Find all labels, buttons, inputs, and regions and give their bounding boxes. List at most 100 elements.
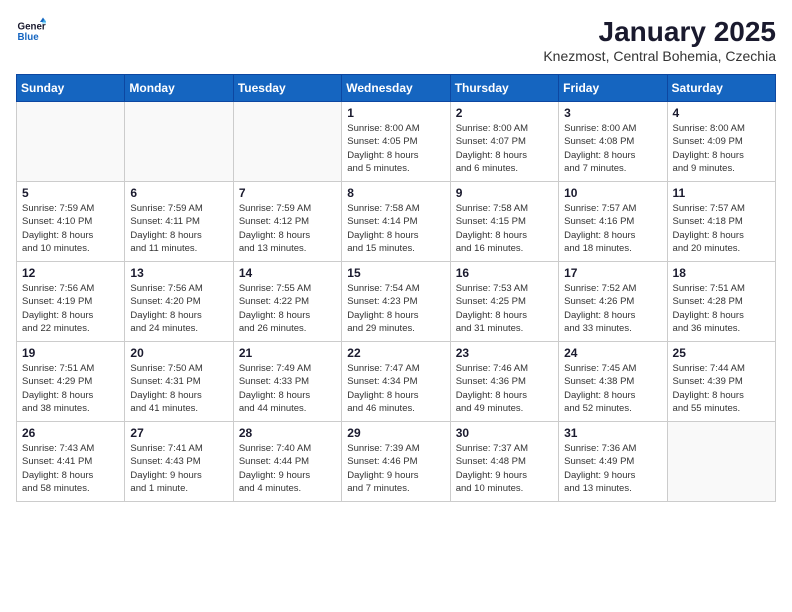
calendar-cell: 4 Sunrise: 8:00 AM Sunset: 4:09 PM Daylig…: [667, 102, 775, 182]
day-number: 29: [347, 426, 444, 440]
day-number: 11: [673, 186, 770, 200]
day-number: 15: [347, 266, 444, 280]
day-info: Sunrise: 7:56 AM Sunset: 4:19 PM Dayligh…: [22, 282, 119, 335]
day-info: Sunrise: 8:00 AM Sunset: 4:05 PM Dayligh…: [347, 122, 444, 175]
calendar-cell: 20Sunrise: 7:50 AM Sunset: 4:31 PM Dayli…: [125, 342, 233, 422]
calendar-cell: 30 Sunrise: 7:37 AM Sunset: 4:48 PM Dayli…: [450, 422, 558, 502]
day-number: 23: [456, 346, 553, 360]
day-info: Sunrise: 7:36 AM Sunset: 4:49 PM Dayligh…: [564, 442, 661, 495]
logo: General Blue: [16, 16, 46, 46]
calendar-cell: [125, 102, 233, 182]
svg-text:Blue: Blue: [18, 32, 40, 43]
day-info: Sunrise: 8:00 AM Sunset: 4:07 PM Dayligh…: [456, 122, 553, 175]
page-header: General Blue January 2025 Knezmost, Cent…: [16, 16, 776, 64]
calendar-week-2: 5 Sunrise: 7:59 AM Sunset: 4:10 PM Daylig…: [17, 182, 776, 262]
weekday-header-row: SundayMondayTuesdayWednesdayThursdayFrid…: [17, 75, 776, 102]
day-number: 7: [239, 186, 336, 200]
day-info: Sunrise: 7:49 AM Sunset: 4:33 PM Dayligh…: [239, 362, 336, 415]
weekday-header-friday: Friday: [559, 75, 667, 102]
calendar-week-4: 19 Sunrise: 7:51 AM Sunset: 4:29 PM Dayli…: [17, 342, 776, 422]
day-info: Sunrise: 7:59 AM Sunset: 4:10 PM Dayligh…: [22, 202, 119, 255]
day-number: 12: [22, 266, 119, 280]
calendar-cell: 29 Sunrise: 7:39 AM Sunset: 4:46 PM Dayli…: [342, 422, 450, 502]
day-info: Sunrise: 8:00 AM Sunset: 4:08 PM Dayligh…: [564, 122, 661, 175]
calendar-table: SundayMondayTuesdayWednesdayThursdayFrid…: [16, 74, 776, 502]
calendar-cell: 10 Sunrise: 7:57 AM Sunset: 4:16 PM Dayli…: [559, 182, 667, 262]
calendar-cell: 31 Sunrise: 7:36 AM Sunset: 4:49 PM Dayli…: [559, 422, 667, 502]
day-number: 5: [22, 186, 119, 200]
calendar-cell: 11Sunrise: 7:57 AM Sunset: 4:18 PM Dayli…: [667, 182, 775, 262]
day-info: Sunrise: 7:43 AM Sunset: 4:41 PM Dayligh…: [22, 442, 119, 495]
svg-text:General: General: [18, 22, 47, 33]
day-info: Sunrise: 7:58 AM Sunset: 4:15 PM Dayligh…: [456, 202, 553, 255]
weekday-header-thursday: Thursday: [450, 75, 558, 102]
day-number: 22: [347, 346, 444, 360]
day-number: 3: [564, 106, 661, 120]
calendar-cell: 7 Sunrise: 7:59 AM Sunset: 4:12 PM Daylig…: [233, 182, 341, 262]
calendar-cell: 15 Sunrise: 7:54 AM Sunset: 4:23 PM Dayli…: [342, 262, 450, 342]
day-info: Sunrise: 7:44 AM Sunset: 4:39 PM Dayligh…: [673, 362, 770, 415]
weekday-header-saturday: Saturday: [667, 75, 775, 102]
day-number: 10: [564, 186, 661, 200]
calendar-cell: 22 Sunrise: 7:47 AM Sunset: 4:34 PM Dayli…: [342, 342, 450, 422]
day-number: 6: [130, 186, 227, 200]
day-number: 16: [456, 266, 553, 280]
day-info: Sunrise: 7:50 AM Sunset: 4:31 PM Dayligh…: [130, 362, 227, 415]
day-info: Sunrise: 7:46 AM Sunset: 4:36 PM Dayligh…: [456, 362, 553, 415]
day-info: Sunrise: 7:53 AM Sunset: 4:25 PM Dayligh…: [456, 282, 553, 335]
day-number: 19: [22, 346, 119, 360]
calendar-cell: 6 Sunrise: 7:59 AM Sunset: 4:11 PM Daylig…: [125, 182, 233, 262]
day-number: 1: [347, 106, 444, 120]
calendar-cell: 25Sunrise: 7:44 AM Sunset: 4:39 PM Dayli…: [667, 342, 775, 422]
weekday-header-wednesday: Wednesday: [342, 75, 450, 102]
day-number: 17: [564, 266, 661, 280]
calendar-cell: 19 Sunrise: 7:51 AM Sunset: 4:29 PM Dayli…: [17, 342, 125, 422]
day-number: 13: [130, 266, 227, 280]
calendar-cell: 13Sunrise: 7:56 AM Sunset: 4:20 PM Dayli…: [125, 262, 233, 342]
day-info: Sunrise: 7:59 AM Sunset: 4:11 PM Dayligh…: [130, 202, 227, 255]
calendar-week-3: 12 Sunrise: 7:56 AM Sunset: 4:19 PM Dayli…: [17, 262, 776, 342]
calendar-cell: 3 Sunrise: 8:00 AM Sunset: 4:08 PM Daylig…: [559, 102, 667, 182]
day-number: 8: [347, 186, 444, 200]
day-info: Sunrise: 7:39 AM Sunset: 4:46 PM Dayligh…: [347, 442, 444, 495]
calendar-cell: 23 Sunrise: 7:46 AM Sunset: 4:36 PM Dayli…: [450, 342, 558, 422]
day-number: 31: [564, 426, 661, 440]
day-number: 14: [239, 266, 336, 280]
weekday-header-tuesday: Tuesday: [233, 75, 341, 102]
day-number: 30: [456, 426, 553, 440]
calendar-cell: 27 Sunrise: 7:41 AM Sunset: 4:43 PM Dayli…: [125, 422, 233, 502]
day-info: Sunrise: 7:40 AM Sunset: 4:44 PM Dayligh…: [239, 442, 336, 495]
day-number: 27: [130, 426, 227, 440]
day-info: Sunrise: 7:58 AM Sunset: 4:14 PM Dayligh…: [347, 202, 444, 255]
day-info: Sunrise: 7:57 AM Sunset: 4:16 PM Dayligh…: [564, 202, 661, 255]
calendar-cell: 9 Sunrise: 7:58 AM Sunset: 4:15 PM Daylig…: [450, 182, 558, 262]
calendar-cell: 14 Sunrise: 7:55 AM Sunset: 4:22 PM Dayli…: [233, 262, 341, 342]
day-info: Sunrise: 7:41 AM Sunset: 4:43 PM Dayligh…: [130, 442, 227, 495]
weekday-header-sunday: Sunday: [17, 75, 125, 102]
location-subtitle: Knezmost, Central Bohemia, Czechia: [543, 48, 776, 64]
day-info: Sunrise: 7:45 AM Sunset: 4:38 PM Dayligh…: [564, 362, 661, 415]
day-number: 4: [673, 106, 770, 120]
day-info: Sunrise: 8:00 AM Sunset: 4:09 PM Dayligh…: [673, 122, 770, 175]
calendar-cell: 24 Sunrise: 7:45 AM Sunset: 4:38 PM Dayli…: [559, 342, 667, 422]
day-info: Sunrise: 7:47 AM Sunset: 4:34 PM Dayligh…: [347, 362, 444, 415]
month-title: January 2025: [543, 16, 776, 48]
calendar-cell: 17Sunrise: 7:52 AM Sunset: 4:26 PM Dayli…: [559, 262, 667, 342]
calendar-week-5: 26Sunrise: 7:43 AM Sunset: 4:41 PM Dayli…: [17, 422, 776, 502]
day-info: Sunrise: 7:51 AM Sunset: 4:29 PM Dayligh…: [22, 362, 119, 415]
calendar-cell: 21Sunrise: 7:49 AM Sunset: 4:33 PM Dayli…: [233, 342, 341, 422]
calendar-cell: 12 Sunrise: 7:56 AM Sunset: 4:19 PM Dayli…: [17, 262, 125, 342]
weekday-header-monday: Monday: [125, 75, 233, 102]
calendar-cell: 8 Sunrise: 7:58 AM Sunset: 4:14 PM Daylig…: [342, 182, 450, 262]
day-info: Sunrise: 7:37 AM Sunset: 4:48 PM Dayligh…: [456, 442, 553, 495]
day-number: 24: [564, 346, 661, 360]
calendar-cell: [667, 422, 775, 502]
calendar-cell: 2Sunrise: 8:00 AM Sunset: 4:07 PM Daylig…: [450, 102, 558, 182]
day-number: 28: [239, 426, 336, 440]
day-info: Sunrise: 7:54 AM Sunset: 4:23 PM Dayligh…: [347, 282, 444, 335]
day-info: Sunrise: 7:55 AM Sunset: 4:22 PM Dayligh…: [239, 282, 336, 335]
day-info: Sunrise: 7:59 AM Sunset: 4:12 PM Dayligh…: [239, 202, 336, 255]
calendar-cell: 5 Sunrise: 7:59 AM Sunset: 4:10 PM Daylig…: [17, 182, 125, 262]
day-number: 18: [673, 266, 770, 280]
day-number: 9: [456, 186, 553, 200]
